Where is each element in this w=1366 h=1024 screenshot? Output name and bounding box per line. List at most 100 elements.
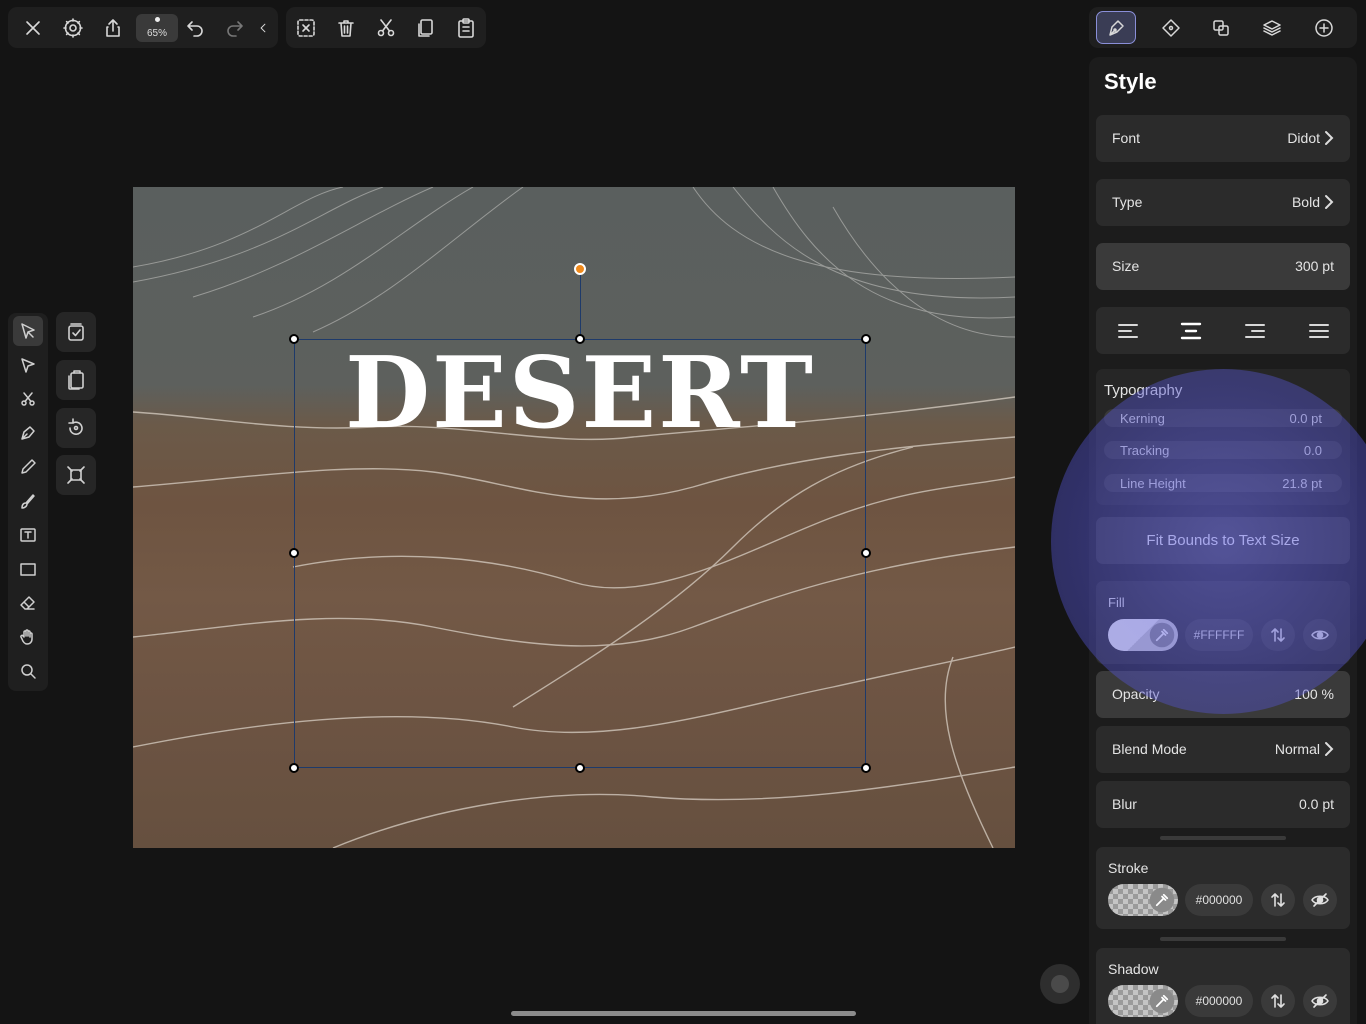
align-right-button[interactable] [1223,307,1286,354]
tab-style[interactable] [1096,11,1136,44]
copy-button[interactable] [406,7,446,48]
collapse-toolbar-button[interactable] [248,7,278,48]
cut-icon [377,18,395,36]
selection-bounding-box[interactable] [294,339,866,768]
checkbox-stack-icon [68,323,84,341]
main-toolbar: 65% [8,7,278,48]
settings-button[interactable] [53,7,93,48]
pen-tool[interactable] [13,418,43,448]
chevron-left-icon [260,23,266,32]
align-justify-icon [1308,323,1329,338]
fill-color-swatch[interactable] [1108,619,1178,651]
deselect-button[interactable] [286,7,326,48]
fill-swap-button[interactable] [1261,619,1295,651]
shadow-visibility-button[interactable] [1303,985,1337,1017]
tracking-field[interactable]: Tracking 0.0 [1104,441,1342,459]
fill-section: Fill #FFFFFF [1096,581,1350,664]
eye-slash-icon [1311,893,1329,907]
typography-label: Typography [1104,382,1183,399]
size-value: 300 pt [1295,258,1334,274]
panel-title: Style [1104,69,1157,94]
magnifier-icon [21,664,36,679]
close-button[interactable] [13,7,53,48]
align-center-icon [1180,322,1201,339]
paste-button[interactable] [446,7,486,48]
handle-middle-left[interactable] [289,548,299,558]
blur-value: 0.0 pt [1298,796,1334,812]
handle-bottom-left[interactable] [289,763,299,773]
select-all-button[interactable] [56,312,96,352]
fill-visibility-button[interactable] [1303,619,1337,651]
blend-mode-row[interactable]: Blend Mode Normal [1096,726,1350,773]
stroke-color-swatch[interactable] [1108,884,1178,916]
undo-button[interactable] [175,7,215,48]
fill-hex-field[interactable]: #FFFFFF [1185,619,1253,651]
rotation-handle[interactable] [574,263,586,275]
share-button[interactable] [93,7,133,48]
rotate-icon [68,418,83,435]
align-right-icon [1244,323,1265,338]
opacity-value: 100 % [1294,686,1334,702]
transform-button[interactable] [56,455,96,495]
zoom-tool[interactable] [13,656,43,686]
shadow-hex-field[interactable]: #000000 [1185,985,1253,1017]
brush-tool[interactable] [13,486,43,516]
home-indicator[interactable] [511,1011,856,1016]
tab-nodes[interactable] [1151,11,1191,44]
rectangle-tool[interactable] [13,554,43,584]
handle-top-right[interactable] [861,334,871,344]
edit-toolbar [286,7,486,48]
align-left-button[interactable] [1096,307,1159,354]
handle-top-left[interactable] [289,334,299,344]
boolean-icon [1213,19,1229,36]
delete-button[interactable] [326,7,366,48]
undo-icon [187,20,203,37]
cut-button[interactable] [366,7,406,48]
eyedropper-icon [1149,622,1175,648]
style-brush-icon [1109,19,1124,36]
typography-section: Typography Kerning 0.0 pt Tracking 0.0 L… [1096,369,1350,505]
node-tool[interactable] [13,350,43,380]
tab-add[interactable] [1304,11,1344,44]
opacity-row[interactable]: Opacity 100 % [1096,671,1350,718]
fit-bounds-button[interactable]: Fit Bounds to Text Size [1096,517,1350,564]
shadow-color-swatch[interactable] [1108,985,1178,1017]
select-tool[interactable] [13,316,43,346]
handle-bottom-center[interactable] [575,763,585,773]
align-center-button[interactable] [1159,307,1222,354]
pencil-tool[interactable] [13,452,43,482]
eyedropper-icon [1149,887,1175,913]
handle-bottom-right[interactable] [861,763,871,773]
stroke-label: Stroke [1108,860,1149,876]
blur-row[interactable]: Blur 0.0 pt [1096,781,1350,828]
text-tool[interactable] [13,520,43,550]
line-height-field[interactable]: Line Height 21.8 pt [1104,474,1342,492]
assistive-touch-button[interactable] [1040,964,1080,1004]
shadow-section: Shadow #000000 [1096,948,1350,1024]
rotate-button[interactable] [56,408,96,448]
rectangle-icon [20,563,36,576]
duplicate-button[interactable] [56,360,96,400]
blur-label: Blur [1112,796,1137,812]
kerning-field[interactable]: Kerning 0.0 pt [1104,409,1342,427]
copy-icon [418,18,433,37]
eraser-tool[interactable] [13,588,43,618]
handle-top-center[interactable] [575,334,585,344]
tab-layers[interactable] [1252,11,1292,44]
stroke-swap-button[interactable] [1261,884,1295,916]
handle-middle-right[interactable] [861,548,871,558]
tab-boolean[interactable] [1201,11,1241,44]
hand-tool[interactable] [13,622,43,652]
kerning-label: Kerning [1120,411,1165,426]
size-row[interactable]: Size 300 pt [1096,243,1350,290]
shadow-swap-button[interactable] [1261,985,1295,1017]
align-justify-button[interactable] [1287,307,1350,354]
scissors-tool[interactable] [13,384,43,414]
paste-icon [458,17,474,38]
pen-nib-icon [21,426,35,440]
zoom-level-button[interactable]: 65% [136,14,178,42]
stroke-visibility-button[interactable] [1303,884,1337,916]
stroke-hex-field[interactable]: #000000 [1185,884,1253,916]
font-row[interactable]: Font Didot [1096,115,1350,162]
type-row[interactable]: Type Bold [1096,179,1350,226]
